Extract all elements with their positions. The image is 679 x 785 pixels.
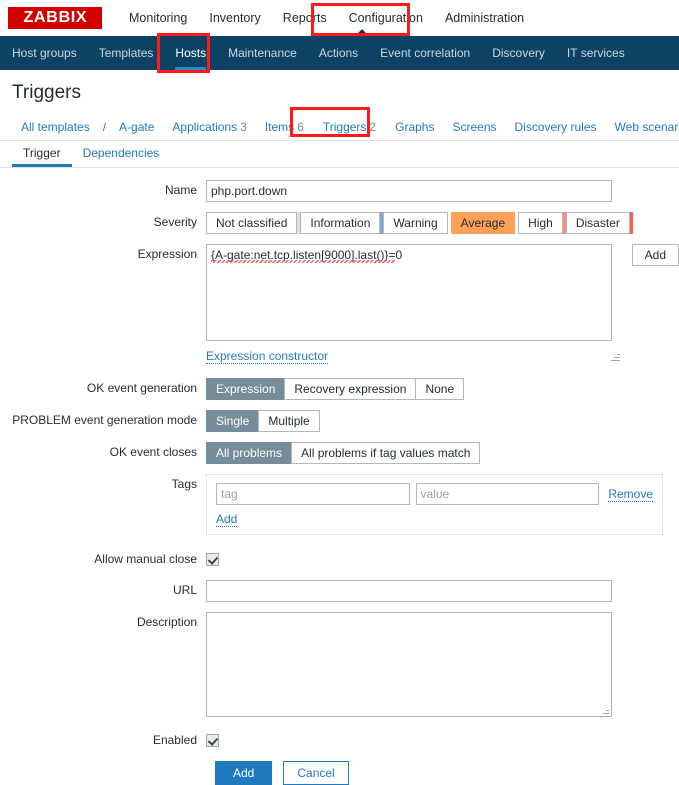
row-enabled: Enabled	[0, 730, 679, 751]
problem-mode-option-multiple[interactable]: Multiple	[258, 410, 320, 432]
ok-event-closes-group: All problems All problems if tag values …	[206, 442, 481, 464]
severity-option-average[interactable]: Average	[450, 212, 516, 234]
subnav-item-actions[interactable]: Actions	[308, 36, 369, 70]
severity-group: Not classified Information Warning Avera…	[206, 212, 633, 234]
subnav-item-discovery[interactable]: Discovery	[481, 36, 556, 70]
breadcrumb-count-triggers: 2	[369, 119, 377, 134]
row-name: Name	[0, 180, 679, 202]
breadcrumb-separator: /	[102, 120, 107, 134]
row-tags: Tags Remove Add	[0, 474, 679, 535]
breadcrumb-item-screens[interactable]: Screens	[443, 117, 505, 138]
tag-add-link[interactable]: Add	[216, 512, 238, 527]
label-ok-event-closes: OK event closes	[109, 445, 197, 459]
breadcrumb-item-web-scenarios[interactable]: Web scenarios	[606, 117, 679, 138]
breadcrumb-item-items[interactable]: Items 6	[256, 117, 313, 138]
subnav-item-host-groups[interactable]: Host groups	[0, 36, 88, 70]
ok-event-generation-option-none[interactable]: None	[415, 378, 465, 400]
severity-option-disaster[interactable]: Disaster	[565, 212, 630, 234]
breadcrumb: All templates / A-gate Applications 3 Ite…	[0, 114, 679, 141]
expression-constructor-link[interactable]: Expression constructor	[206, 349, 329, 364]
menu-item-configuration[interactable]: Configuration	[338, 0, 434, 36]
label-allow-manual-close: Allow manual close	[94, 552, 197, 566]
zabbix-logo[interactable]: ZABBIX	[8, 7, 102, 29]
row-severity: Severity Not classified Information Warn…	[0, 212, 679, 234]
severity-option-warning[interactable]: Warning	[383, 212, 448, 234]
subnav-item-templates[interactable]: Templates	[88, 36, 165, 70]
form-actions: Add Cancel	[0, 761, 679, 785]
subnav-item-maintenance[interactable]: Maintenance	[217, 36, 308, 70]
label-ok-event-generation: OK event generation	[86, 381, 197, 395]
form-tabs: Trigger Dependencies	[0, 141, 679, 168]
page-title: Triggers	[0, 70, 679, 114]
row-description: Description	[0, 612, 679, 720]
label-enabled: Enabled	[152, 733, 197, 747]
label-name: Name	[164, 183, 197, 197]
row-expression: Expression {A-gate:net.tcp.listen[9000].…	[0, 244, 679, 364]
label-tags: Tags	[171, 477, 197, 491]
severity-separator-5	[629, 212, 633, 234]
ok-event-generation-option-expression[interactable]: Expression	[206, 378, 286, 400]
subnav-item-hosts[interactable]: Hosts	[164, 36, 217, 70]
subnav-item-it-services[interactable]: IT services	[556, 36, 636, 70]
tag-value-input[interactable]	[415, 483, 600, 505]
cancel-button[interactable]: Cancel	[283, 761, 349, 785]
severity-option-not-classified[interactable]: Not classified	[206, 212, 298, 234]
main-menu: Monitoring Inventory Reports Configurati…	[118, 0, 535, 36]
ok-event-closes-option-all-problems[interactable]: All problems	[206, 442, 293, 464]
tag-name-input[interactable]	[216, 483, 410, 505]
breadcrumb-item-discovery-rules[interactable]: Discovery rules	[506, 117, 606, 138]
tab-trigger[interactable]: Trigger	[12, 145, 72, 167]
top-header: ZABBIX Monitoring Inventory Reports Conf…	[0, 0, 679, 37]
severity-option-high[interactable]: High	[518, 212, 563, 234]
sub-navigation: Host groups Templates Hosts Maintenance …	[0, 36, 679, 70]
breadcrumb-item-graphs[interactable]: Graphs	[386, 117, 443, 138]
tag-remove-link[interactable]: Remove	[608, 487, 653, 502]
url-input[interactable]	[206, 580, 612, 602]
severity-option-information[interactable]: Information	[300, 212, 381, 234]
subnav-item-event-correlation[interactable]: Event correlation	[369, 36, 481, 70]
problem-mode-option-single[interactable]: Single	[206, 410, 260, 432]
row-ok-event-closes: OK event closes All problems All problem…	[0, 442, 679, 464]
ok-event-closes-option-tag-values-match[interactable]: All problems if tag values match	[291, 442, 481, 464]
description-textarea[interactable]	[206, 612, 612, 717]
menu-item-administration[interactable]: Administration	[434, 0, 535, 36]
label-url: URL	[172, 583, 197, 597]
breadcrumb-count-applications: 3	[240, 119, 247, 134]
label-severity: Severity	[153, 215, 197, 229]
problem-event-generation-mode-group: Single Multiple	[206, 410, 320, 432]
row-problem-event-generation-mode: PROBLEM event generation mode Single Mul…	[0, 410, 679, 432]
expression-textarea[interactable]: {A-gate:net.tcp.listen[9000].last()}=0	[206, 244, 612, 341]
tag-row: Remove	[216, 483, 653, 505]
menu-item-inventory[interactable]: Inventory	[198, 0, 271, 36]
ok-event-generation-option-recovery-expression[interactable]: Recovery expression	[284, 378, 417, 400]
breadcrumb-count-items: 6	[297, 119, 304, 134]
name-input[interactable]	[206, 180, 612, 202]
expression-field-wrap: {A-gate:net.tcp.listen[9000].last()}=0 E…	[206, 244, 623, 364]
menu-item-monitoring[interactable]: Monitoring	[118, 0, 198, 36]
tab-dependencies[interactable]: Dependencies	[72, 145, 171, 167]
description-field-wrap	[206, 612, 612, 720]
breadcrumb-all-templates[interactable]: All templates	[12, 117, 99, 138]
logo-text: ZABBIX	[23, 9, 87, 26]
breadcrumb-host-a-gate[interactable]: A-gate	[110, 117, 163, 138]
row-url: URL	[0, 580, 679, 602]
breadcrumb-item-triggers[interactable]: Triggers 2	[312, 115, 387, 139]
label-expression: Expression	[137, 247, 197, 261]
row-ok-event-generation: OK event generation Expression Recovery …	[0, 378, 679, 400]
allow-manual-close-checkbox[interactable]	[206, 553, 219, 566]
breadcrumb-item-applications[interactable]: Applications 3	[163, 117, 255, 138]
textarea-resize-handle-icon[interactable]	[610, 352, 620, 361]
expression-add-button[interactable]: Add	[631, 244, 679, 266]
tags-container: Remove Add	[206, 474, 663, 535]
ok-event-generation-group: Expression Recovery expression None	[206, 378, 465, 400]
enabled-checkbox[interactable]	[206, 734, 219, 747]
row-allow-manual-close: Allow manual close	[0, 549, 679, 570]
trigger-form: Name Severity Not classified Information…	[0, 168, 679, 785]
submit-add-button[interactable]: Add	[215, 761, 273, 785]
menu-item-reports[interactable]: Reports	[272, 0, 338, 36]
label-problem-event-generation-mode: PROBLEM event generation mode	[12, 413, 197, 427]
label-description: Description	[136, 615, 197, 629]
